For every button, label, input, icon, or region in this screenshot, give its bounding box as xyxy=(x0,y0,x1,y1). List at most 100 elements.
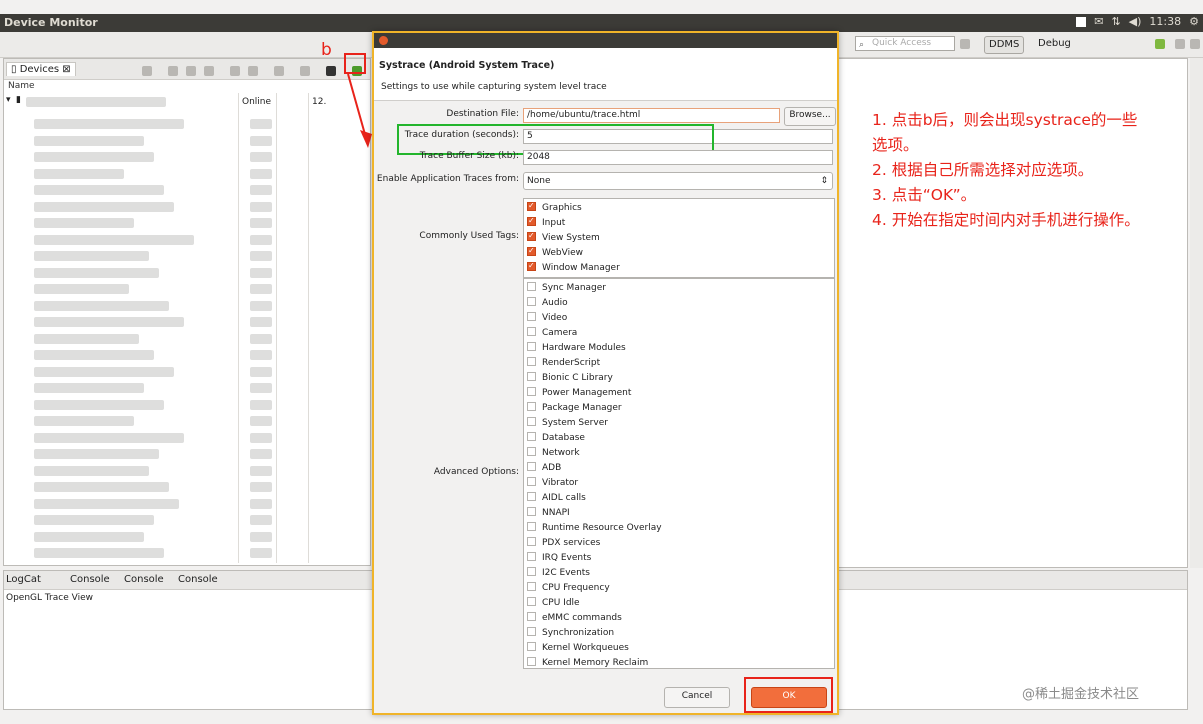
settings-icon[interactable] xyxy=(1190,39,1200,49)
gear-icon[interactable]: ⚙ xyxy=(1189,15,1199,28)
keyboard-icon[interactable] xyxy=(1076,16,1087,27)
tag-option[interactable]: Video xyxy=(527,311,567,325)
checkbox-unchecked[interactable] xyxy=(527,387,536,396)
tag-option[interactable]: CPU Idle xyxy=(527,596,580,610)
debug-process-icon[interactable] xyxy=(142,66,152,76)
stop-process-icon[interactable] xyxy=(274,66,284,76)
checkbox-unchecked[interactable] xyxy=(527,627,536,636)
tag-option[interactable]: Database xyxy=(527,431,585,445)
checkbox-unchecked[interactable] xyxy=(527,582,536,591)
expand-arrow-icon[interactable]: ▾ xyxy=(6,95,11,105)
tag-option[interactable]: CPU Frequency xyxy=(527,581,610,595)
checkbox-unchecked[interactable] xyxy=(527,417,536,426)
tag-option[interactable]: System Server xyxy=(527,416,608,430)
tab-logcat[interactable]: LogCat xyxy=(6,574,41,585)
device-status: Online xyxy=(242,97,272,107)
checkbox-unchecked[interactable] xyxy=(527,642,536,651)
close-icon[interactable] xyxy=(379,36,388,45)
tag-option[interactable]: WebView xyxy=(527,244,583,260)
network-icon[interactable]: ⇅ xyxy=(1111,15,1120,28)
opengl-trace-icon[interactable] xyxy=(326,66,336,76)
tool-icon[interactable] xyxy=(1175,39,1185,49)
tag-option[interactable]: Camera xyxy=(527,326,577,340)
checkbox-unchecked[interactable] xyxy=(527,477,536,486)
checkbox-unchecked[interactable] xyxy=(527,522,536,531)
cause-gc-icon[interactable] xyxy=(204,66,214,76)
tab-console-1[interactable]: Console xyxy=(70,574,110,585)
checkbox-unchecked[interactable] xyxy=(527,597,536,606)
open-perspective-icon[interactable] xyxy=(960,39,970,49)
debug-perspective-button[interactable]: Debug xyxy=(1034,36,1075,52)
checkbox-checked[interactable] xyxy=(527,229,536,243)
checkbox-unchecked[interactable] xyxy=(527,612,536,621)
tag-option[interactable]: Audio xyxy=(527,296,568,310)
tag-option[interactable]: Runtime Resource Overlay xyxy=(527,521,662,535)
screen-capture-icon[interactable] xyxy=(300,66,310,76)
tag-option[interactable]: Graphics xyxy=(527,199,582,215)
process-row-blurred xyxy=(34,399,164,410)
tag-option[interactable]: Network xyxy=(527,446,580,460)
checkbox-unchecked[interactable] xyxy=(527,282,536,291)
tag-option[interactable]: Package Manager xyxy=(527,401,622,415)
process-row-blurred xyxy=(34,168,124,179)
checkbox-unchecked[interactable] xyxy=(527,297,536,306)
checkbox-unchecked[interactable] xyxy=(527,402,536,411)
checkbox-unchecked[interactable] xyxy=(527,432,536,441)
checkbox-checked[interactable] xyxy=(527,244,536,258)
tag-option[interactable]: Vibrator xyxy=(527,476,578,490)
browse-button[interactable]: Browse... xyxy=(784,107,836,126)
checkbox-unchecked[interactable] xyxy=(527,507,536,516)
volume-icon[interactable]: ◀) xyxy=(1129,15,1142,28)
dump-hprof-icon[interactable] xyxy=(186,66,196,76)
checkbox-checked[interactable] xyxy=(527,259,536,273)
start-method-profiling-icon[interactable] xyxy=(248,66,258,76)
android-icon[interactable] xyxy=(1155,39,1165,49)
update-heap-icon[interactable] xyxy=(168,66,178,76)
tag-option[interactable]: NNAPI xyxy=(527,506,570,520)
checkbox-unchecked[interactable] xyxy=(527,537,536,546)
tag-option[interactable]: AIDL calls xyxy=(527,491,586,505)
checkbox-unchecked[interactable] xyxy=(527,312,536,321)
tab-devices[interactable]: ▯ Devices ⊠ xyxy=(6,62,76,76)
tag-option[interactable]: PDX services xyxy=(527,536,600,550)
tag-option[interactable]: Input xyxy=(527,214,565,230)
tab-console-3[interactable]: Console xyxy=(178,574,218,585)
tag-option[interactable]: I2C Events xyxy=(527,566,590,580)
checkbox-checked[interactable] xyxy=(527,214,536,228)
checkbox-unchecked[interactable] xyxy=(527,657,536,666)
destination-file-input[interactable]: /home/ubuntu/trace.html xyxy=(523,108,780,123)
checkbox-unchecked[interactable] xyxy=(527,327,536,336)
clock[interactable]: 11:38 xyxy=(1149,15,1181,28)
ddms-perspective-button[interactable]: DDMS xyxy=(984,36,1025,54)
app-traces-select[interactable]: None ⇕ xyxy=(523,172,833,190)
device-row[interactable]: ▾ ▮ Online 12. xyxy=(4,95,370,109)
checkbox-unchecked[interactable] xyxy=(527,492,536,501)
quick-access-input[interactable]: ⌕ Quick Access xyxy=(855,36,955,51)
update-threads-icon[interactable] xyxy=(230,66,240,76)
tag-option[interactable]: Sync Manager xyxy=(527,281,606,295)
tag-option[interactable]: View System xyxy=(527,229,600,245)
tag-option[interactable]: Window Manager xyxy=(527,259,620,275)
tag-option[interactable]: IRQ Events xyxy=(527,551,591,565)
checkbox-unchecked[interactable] xyxy=(527,372,536,381)
tag-option[interactable]: Kernel Memory Reclaim xyxy=(527,656,648,670)
checkbox-unchecked[interactable] xyxy=(527,567,536,576)
checkbox-unchecked[interactable] xyxy=(527,357,536,366)
tag-option[interactable]: Power Management xyxy=(527,386,631,400)
checkbox-unchecked[interactable] xyxy=(527,462,536,471)
mail-icon[interactable]: ✉ xyxy=(1094,15,1103,28)
tag-option[interactable]: Kernel Workqueues xyxy=(527,641,629,655)
tab-console-2[interactable]: Console xyxy=(124,574,164,585)
tag-option[interactable]: Bionic C Library xyxy=(527,371,613,385)
checkbox-unchecked[interactable] xyxy=(527,552,536,561)
tag-option[interactable]: ADB xyxy=(527,461,561,475)
buffer-size-input[interactable]: 2048 xyxy=(523,150,833,165)
tag-option[interactable]: Synchronization xyxy=(527,626,614,640)
checkbox-unchecked[interactable] xyxy=(527,447,536,456)
tag-option[interactable]: RenderScript xyxy=(527,356,600,370)
checkbox-unchecked[interactable] xyxy=(527,342,536,351)
checkbox-checked[interactable] xyxy=(527,199,536,213)
tag-option[interactable]: Hardware Modules xyxy=(527,341,626,355)
cancel-button[interactable]: Cancel xyxy=(664,687,730,708)
tag-option[interactable]: eMMC commands xyxy=(527,611,622,625)
